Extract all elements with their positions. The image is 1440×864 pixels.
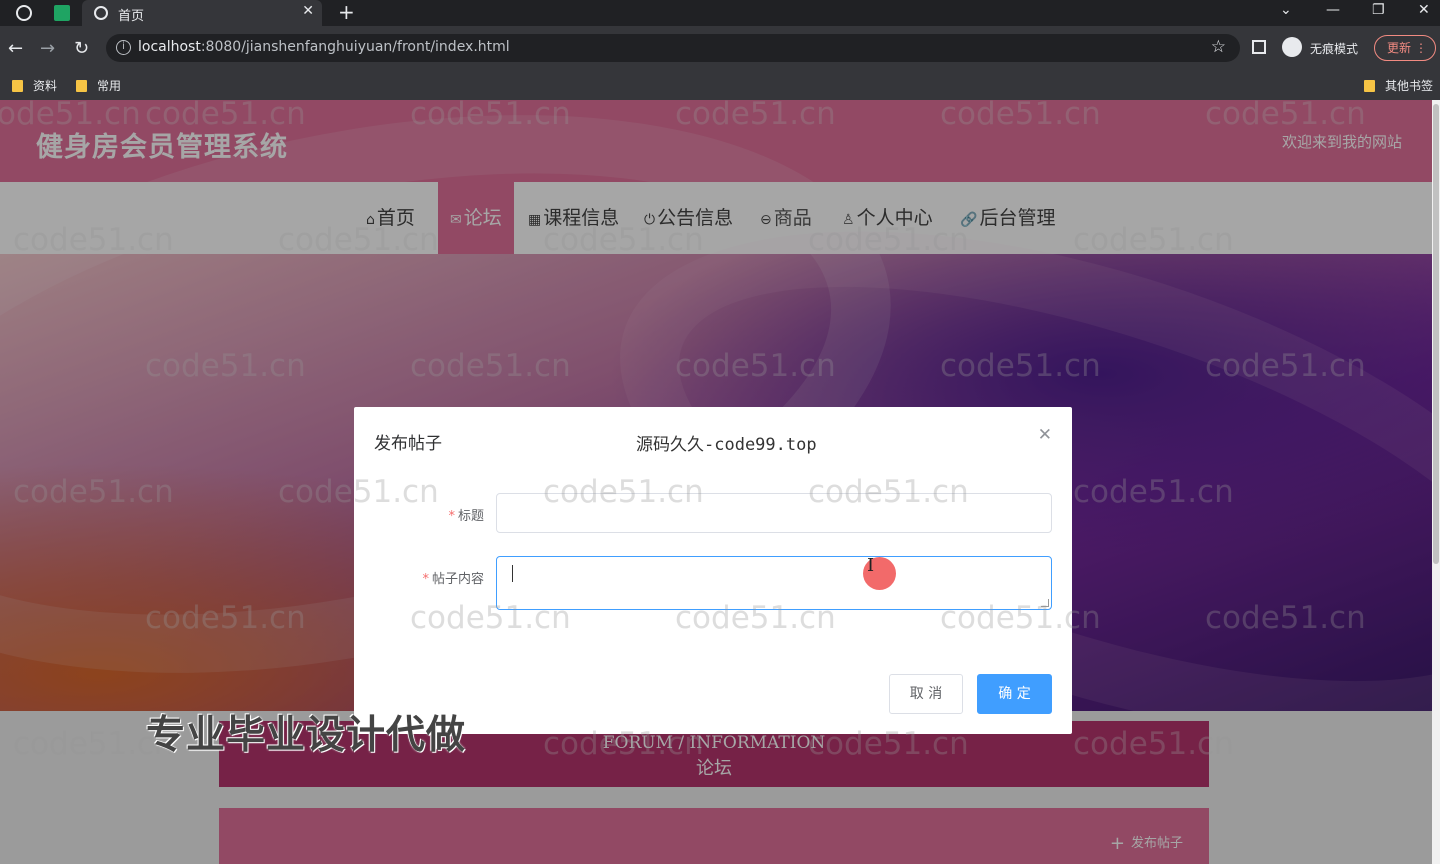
url-field[interactable]: i localhost:8080/jianshenfanghuiyuan/fro… (106, 34, 1240, 62)
text-caret (512, 565, 513, 582)
post-dialog: 发布帖子 ✕ * 标题 * 帖子内容 取 消 确 定 (354, 407, 1072, 734)
globe-icon (94, 6, 108, 20)
confirm-button[interactable]: 确 定 (977, 674, 1052, 714)
folder-icon (76, 80, 87, 92)
text-cursor-icon: I (867, 555, 875, 576)
folder-icon (12, 80, 23, 92)
restore-icon[interactable]: ❐ (1372, 2, 1385, 18)
reload-icon[interactable]: ↻ (74, 38, 89, 59)
bookmark-folder[interactable]: 常用 (76, 77, 121, 94)
scrollbar-thumb[interactable] (1433, 104, 1439, 564)
menu-icon[interactable]: ⋮ (1415, 36, 1427, 60)
cancel-button[interactable]: 取 消 (889, 674, 963, 714)
dialog-title: 发布帖子 (374, 434, 442, 454)
close-window-icon[interactable]: ✕ (1418, 2, 1430, 18)
url-text: localhost:8080/jianshenfanghuiyuan/front… (138, 39, 510, 55)
chevron-down-icon[interactable]: ⌄ (1280, 2, 1292, 18)
close-icon[interactable]: ✕ (1038, 425, 1052, 445)
sheets-icon[interactable] (54, 5, 70, 21)
title-input[interactable] (496, 493, 1052, 533)
tab-title: 首页 (118, 9, 145, 24)
address-bar: ← → ↻ i localhost:8080/jianshenfanghuiyu… (0, 26, 1440, 70)
new-tab-icon[interactable]: + (338, 0, 355, 24)
browser-tab[interactable]: 首页 ✕ (82, 0, 322, 26)
resize-handle[interactable] (1041, 599, 1049, 607)
forward-icon[interactable]: → (40, 38, 55, 59)
source-watermark: 源码久久-code99.top (636, 435, 817, 455)
browser-tab-bar: 首页 ✕ + ⌄ — ❐ ✕ (0, 0, 1440, 26)
content-label: * 帖子内容 (422, 572, 484, 587)
star-icon[interactable]: ☆ (1211, 37, 1226, 57)
other-bookmarks[interactable]: 其他书签 (1364, 77, 1433, 94)
bookmarks-bar: 资料 常用 其他书签 (0, 70, 1440, 100)
content-textarea[interactable] (496, 556, 1052, 610)
back-icon[interactable]: ← (8, 38, 23, 59)
page-scrollbar[interactable] (1432, 100, 1440, 864)
promo-text: 专业毕业设计代做 (146, 713, 467, 758)
info-icon[interactable]: i (116, 40, 131, 55)
update-button[interactable]: 更新 ⋮ (1374, 35, 1436, 61)
globe-icon[interactable] (16, 5, 32, 21)
incognito-icon[interactable] (1282, 37, 1302, 57)
sidebar-icon[interactable] (1252, 40, 1266, 54)
bookmark-folder[interactable]: 资料 (12, 77, 57, 94)
close-icon[interactable]: ✕ (302, 3, 314, 19)
incognito-label: 无痕模式 (1310, 42, 1359, 56)
minimize-icon[interactable]: — (1326, 2, 1340, 18)
title-label: * 标题 (448, 509, 484, 524)
folder-icon (1364, 80, 1375, 92)
